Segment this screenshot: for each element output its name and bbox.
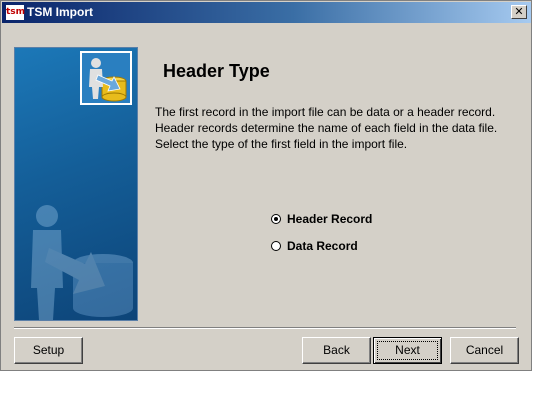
user-import-database-icon: [80, 51, 132, 105]
next-button[interactable]: Next: [373, 337, 442, 364]
window-title: TSM Import: [27, 5, 93, 19]
data-record-label[interactable]: Data Record: [287, 239, 358, 253]
tsm-app-icon: tsm: [6, 5, 25, 20]
button-separator: [14, 327, 516, 329]
focus-rectangle: [377, 341, 438, 360]
wizard-side-panel: [14, 47, 138, 321]
radio-button-header-record[interactable]: [271, 214, 281, 224]
close-button[interactable]: ✕: [511, 5, 527, 19]
setup-button-label: Setup: [32, 343, 65, 357]
title-bar[interactable]: tsm TSM Import ✕: [2, 2, 531, 23]
setup-button[interactable]: Setup: [14, 337, 83, 364]
data-record-option[interactable]: Data Record: [271, 239, 358, 253]
back-button[interactable]: Back: [302, 337, 371, 364]
cancel-button-label: Cancel: [465, 343, 504, 357]
page-title: Header Type: [163, 61, 270, 81]
radio-button-data-record[interactable]: [271, 241, 281, 251]
header-record-option[interactable]: Header Record: [271, 212, 372, 226]
back-button-label: Back: [323, 343, 350, 357]
header-record-label[interactable]: Header Record: [287, 212, 372, 226]
import-wizard-window: tsm TSM Import ✕ Header Type The first r…: [0, 0, 532, 371]
page-description: The first record in the import file can …: [155, 105, 498, 151]
cancel-button[interactable]: Cancel: [450, 337, 519, 364]
